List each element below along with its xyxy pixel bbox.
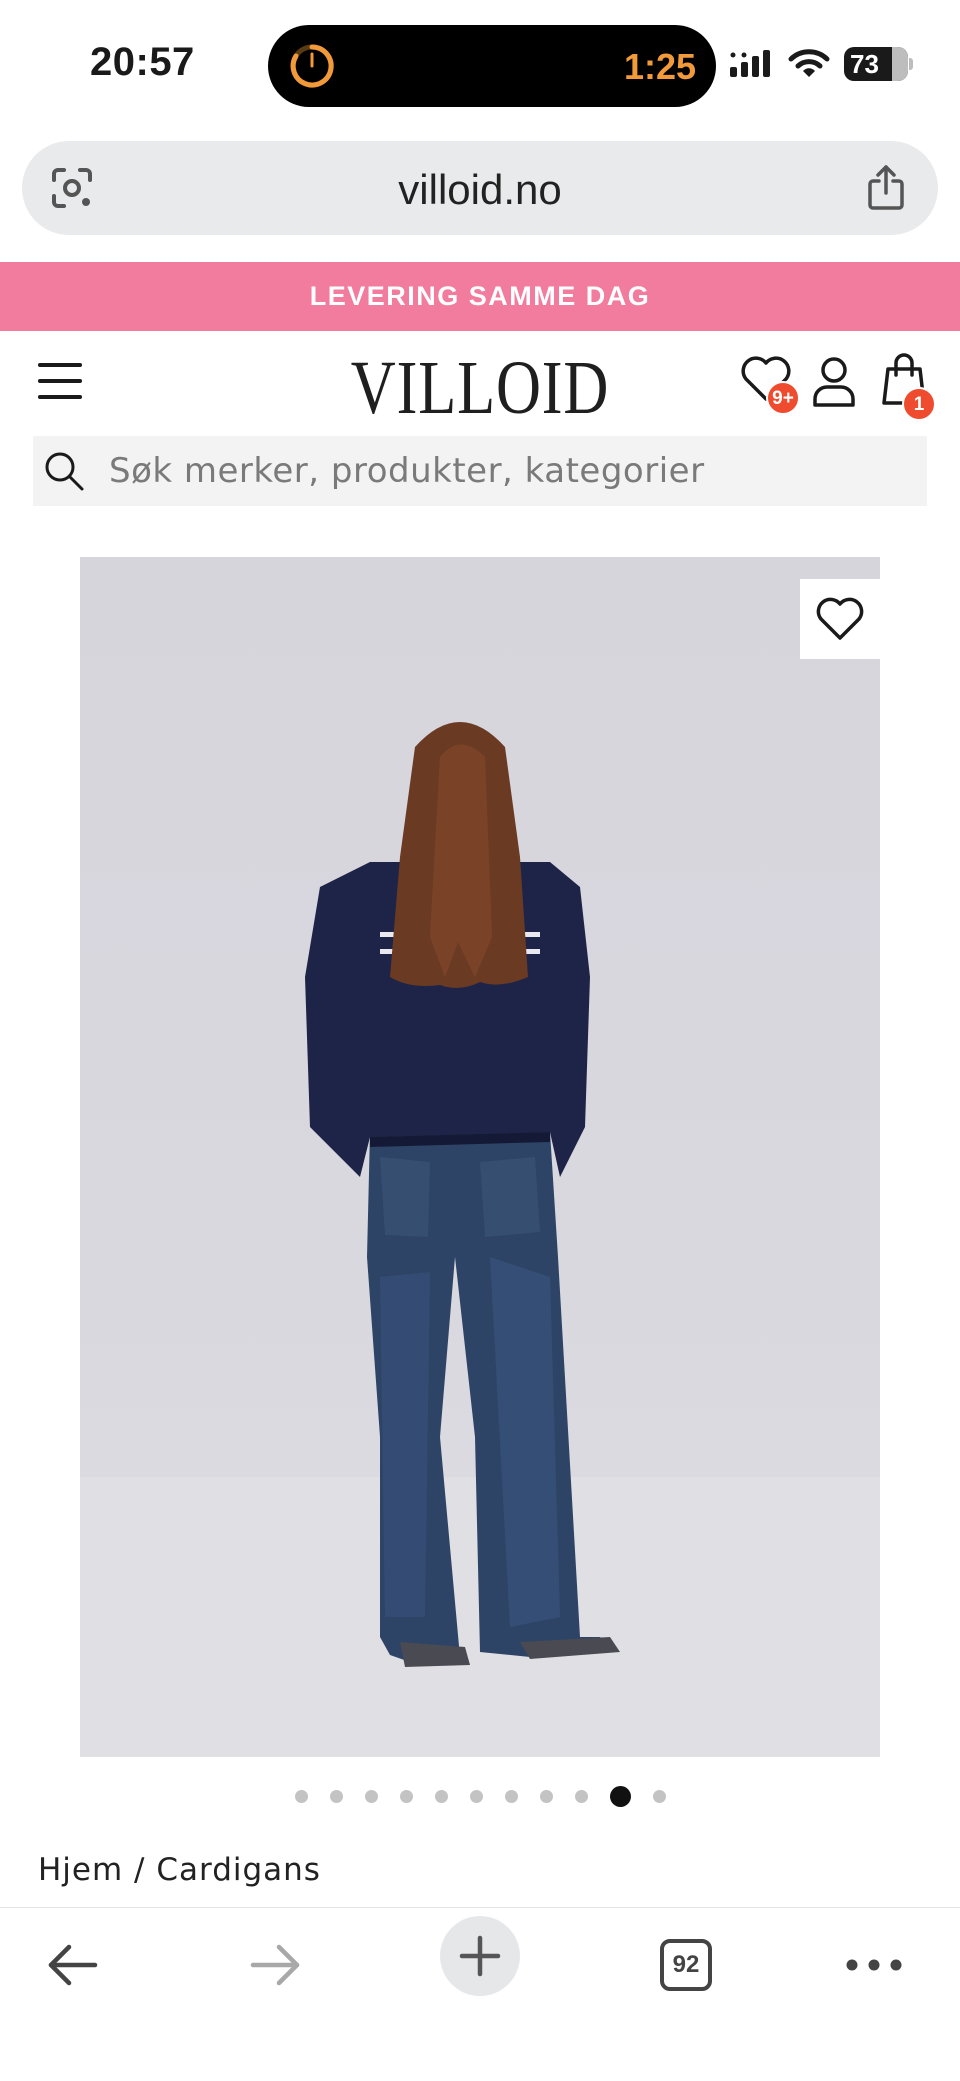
browser-toolbar: 92 — [0, 1907, 960, 2081]
timer-icon — [290, 44, 334, 88]
carousel-dot[interactable] — [294, 1790, 308, 1803]
tabs-count: 92 — [660, 1939, 712, 1991]
carousel-dot[interactable] — [329, 1790, 343, 1803]
battery-level: 73 — [850, 48, 879, 79]
account-button[interactable] — [810, 355, 860, 411]
search-input[interactable] — [109, 436, 889, 506]
breadcrumb[interactable]: Hjem / Cardigans — [38, 1852, 321, 1888]
carousel-dot[interactable] — [652, 1790, 666, 1803]
plus-icon — [459, 1935, 501, 1977]
user-icon — [813, 357, 855, 407]
more-icon — [846, 1959, 902, 1971]
cart-button[interactable]: 1 — [880, 351, 936, 421]
site-header: VILLOID 9+ 1 — [0, 331, 960, 431]
carousel-dot-active[interactable] — [609, 1786, 631, 1807]
wifi-icon — [788, 49, 830, 77]
search-bar[interactable] — [33, 436, 927, 506]
product-image[interactable] — [80, 557, 880, 1757]
promo-banner[interactable]: LEVERING SAMME DAG — [0, 262, 960, 331]
arrow-left-icon — [48, 1944, 98, 1986]
carousel-dot[interactable] — [399, 1790, 413, 1803]
share-icon[interactable] — [866, 163, 906, 211]
status-time: 20:57 — [90, 40, 195, 84]
new-tab-button[interactable] — [440, 1916, 520, 1996]
carousel-dots — [0, 1786, 960, 1807]
tabs-button[interactable]: 92 — [654, 1933, 718, 1997]
arrow-right-icon — [250, 1944, 300, 1986]
carousel-dot[interactable] — [504, 1790, 518, 1803]
carousel-dot[interactable] — [434, 1790, 448, 1803]
address-bar[interactable]: villoid.no — [22, 141, 938, 235]
add-to-wishlist-button[interactable] — [800, 579, 880, 659]
more-options-button[interactable] — [842, 1933, 906, 1997]
product-photo — [80, 722, 880, 1757]
dynamic-island[interactable]: 1:25 — [268, 25, 716, 107]
forward-button[interactable] — [244, 1933, 308, 1997]
status-icons: 73 — [728, 46, 913, 82]
hamburger-menu-icon[interactable] — [38, 363, 82, 399]
wishlist-button[interactable]: 9+ — [740, 355, 800, 415]
cellular-signal-icon — [730, 50, 770, 77]
carousel-dot[interactable] — [539, 1790, 553, 1803]
wishlist-count-badge: 9+ — [766, 381, 800, 415]
back-button[interactable] — [40, 1933, 104, 1997]
carousel-dot[interactable] — [469, 1790, 483, 1803]
cart-count-badge: 1 — [902, 387, 936, 421]
carousel-dot[interactable] — [574, 1790, 588, 1803]
timer-text: 1:25 — [623, 46, 696, 87]
search-icon — [45, 452, 84, 491]
heart-icon — [816, 597, 864, 640]
carousel-dot[interactable] — [364, 1790, 378, 1803]
status-bar: 20:57 1:25 73 — [0, 0, 960, 130]
url-text: villoid.no — [398, 166, 562, 213]
battery-indicator: 73 — [844, 47, 913, 81]
